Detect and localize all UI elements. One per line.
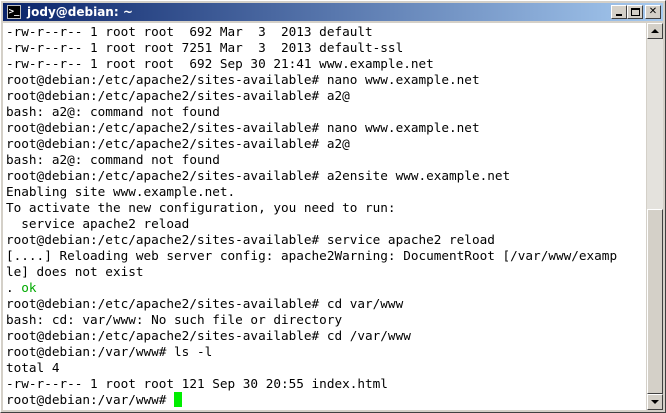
minimize-button[interactable] (611, 5, 627, 19)
window-title: jody@debian: ~ (27, 5, 133, 19)
terminal-line: -rw-r--r-- 1 root root 692 Sep 30 21:41 … (6, 56, 434, 71)
terminal-window: >_ jody@debian: ~ ✕ -rw-r--r-- 1 root ro… (0, 0, 666, 413)
title-bar[interactable]: >_ jody@debian: ~ ✕ (3, 3, 663, 21)
ok-status: ok (21, 280, 37, 295)
terminal-line: root@debian:/etc/apache2/sites-available… (6, 72, 480, 87)
prompt: root@debian:/var/www# (6, 392, 175, 407)
scrollbar-thumb[interactable] (647, 209, 663, 394)
terminal-line: root@debian:/etc/apache2/sites-available… (6, 328, 411, 343)
terminal-line-ok: . ok (6, 280, 37, 296)
terminal-line: bash: cd: var/www: No such file or direc… (6, 312, 343, 327)
terminal-line: -rw-r--r-- 1 root root 7251 Mar 3 2013 d… (6, 40, 404, 55)
close-icon: ✕ (648, 6, 658, 17)
terminal-line: bash: a2@: command not found (6, 152, 220, 167)
terminal-line: -rw-r--r-- 1 root root 121 Sep 30 20:55 … (6, 376, 388, 391)
terminal-line: -rw-r--r-- 1 root root 692 Mar 3 2013 de… (6, 24, 373, 39)
vertical-scrollbar[interactable] (647, 23, 663, 410)
ok-prefix: . (6, 280, 22, 295)
terminal-icon: >_ (7, 5, 21, 19)
terminal-line: Enabling site www.example.net. (6, 184, 236, 199)
text-cursor (174, 392, 183, 407)
terminal-line: total 4 (6, 360, 60, 375)
minimize-icon (616, 14, 622, 16)
terminal-output[interactable]: -rw-r--r-- 1 root root 692 Mar 3 2013 de… (3, 23, 646, 410)
terminal-line: root@debian:/etc/apache2/sites-available… (6, 88, 350, 103)
terminal-line: [....] Reloading web server config: apac… (6, 248, 618, 263)
close-button[interactable]: ✕ (645, 5, 661, 19)
terminal-prompt-line[interactable]: root@debian:/var/www# (6, 392, 183, 408)
terminal-line: bash: a2@: command not found (6, 104, 220, 119)
terminal-line: root@debian:/etc/apache2/sites-available… (6, 136, 350, 151)
arrow-down-icon (651, 400, 659, 404)
terminal-line: root@debian:/etc/apache2/sites-available… (6, 296, 404, 311)
terminal-line: root@debian:/var/www# ls -l (6, 344, 213, 359)
maximize-button[interactable] (627, 5, 643, 19)
terminal-line: service apache2 reload (6, 216, 190, 231)
terminal-line: root@debian:/etc/apache2/sites-available… (6, 120, 480, 135)
scroll-down-button[interactable] (647, 394, 663, 410)
arrow-up-icon (651, 29, 659, 33)
terminal-line: To activate the new configuration, you n… (6, 200, 396, 215)
terminal-line: root@debian:/etc/apache2/sites-available… (6, 232, 495, 247)
terminal-line: root@debian:/etc/apache2/sites-available… (6, 168, 511, 183)
scroll-up-button[interactable] (647, 23, 663, 39)
terminal-line: le] does not exist (6, 264, 144, 279)
maximize-icon (631, 8, 640, 16)
